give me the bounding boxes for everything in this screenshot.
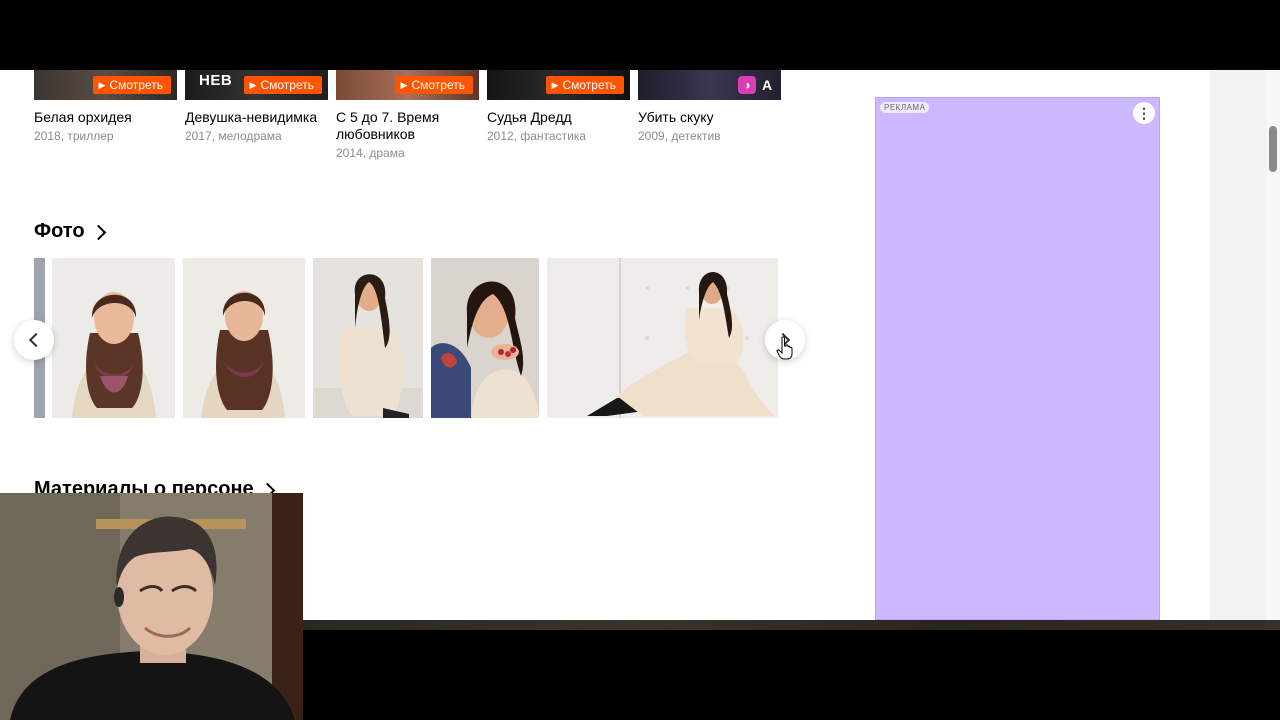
webcam-image <box>0 493 303 720</box>
film-title[interactable]: Убить скуку <box>638 109 781 126</box>
film-title[interactable]: С 5 до 7. Время любовников <box>336 109 479 143</box>
film-poster[interactable]: НЕВ ▶ Смотреть <box>185 70 328 100</box>
watch-button[interactable]: ▶ Смотреть <box>545 76 624 94</box>
film-card[interactable]: НЕВ ▶ Смотреть Девушка-невидимка 2017, м… <box>185 70 328 144</box>
film-card[interactable]: ▶ Смотреть С 5 до 7. Время любовников 20… <box>336 70 479 161</box>
film-meta: 2014, драма <box>336 146 405 160</box>
carousel-prev-button[interactable] <box>14 320 54 360</box>
film-badges: ◑ A <box>738 76 775 94</box>
play-icon: ▶ <box>400 80 408 90</box>
film-meta: 2009, детектив <box>638 129 721 143</box>
background-strip <box>300 620 1280 630</box>
ad-banner[interactable]: РЕКЛАМА ⋮ <box>875 97 1160 620</box>
poster-text: НЕВ <box>199 72 233 89</box>
play-icon: ▶ <box>98 80 106 90</box>
top-black-bar <box>0 0 1280 70</box>
photo-thumbnail[interactable] <box>431 258 539 418</box>
photo-thumbnail[interactable] <box>547 258 778 418</box>
watch-label: Смотреть <box>260 78 314 92</box>
photo-thumbnail[interactable] <box>183 258 305 418</box>
film-card[interactable]: ▶ Смотреть Судья Дредд 2012, фантастика <box>487 70 630 144</box>
film-meta: 2017, мелодрама <box>185 129 282 143</box>
film-title[interactable]: Белая орхидея <box>34 109 177 126</box>
watch-button[interactable]: ▶ Смотреть <box>394 76 473 94</box>
more-vertical-icon[interactable]: ⋮ <box>1133 102 1155 124</box>
film-poster[interactable]: ▶ Смотреть <box>34 70 177 100</box>
photos-section-title[interactable]: Фото <box>34 220 106 243</box>
film-title[interactable]: Девушка-невидимка <box>185 109 328 126</box>
film-meta: 2012, фантастика <box>487 129 586 143</box>
film-card[interactable]: ◑ A Убить скуку 2009, детектив <box>638 70 781 144</box>
photo-thumbnail[interactable] <box>52 258 175 418</box>
chevron-left-icon <box>28 332 44 348</box>
scrollbar-thumb[interactable] <box>1269 126 1277 172</box>
chevron-right-icon <box>90 224 106 240</box>
photos-carousel <box>34 258 779 418</box>
film-card[interactable]: ▶ Смотреть Белая орхидея 2018, триллер <box>34 70 177 144</box>
film-poster[interactable]: ▶ Смотреть <box>336 70 479 100</box>
hand-cursor-icon <box>776 336 793 360</box>
play-icon: ▶ <box>551 80 559 90</box>
watch-button[interactable]: ▶ Смотреть <box>243 76 322 94</box>
watch-label: Смотреть <box>562 78 616 92</box>
plus-badge-icon: ◑ <box>738 76 756 94</box>
watch-label: Смотреть <box>109 78 163 92</box>
play-icon: ▶ <box>249 80 257 90</box>
webcam-overlay <box>0 493 303 720</box>
age-badge: A <box>761 77 773 93</box>
watch-button[interactable]: ▶ Смотреть <box>92 76 171 94</box>
film-poster[interactable]: ▶ Смотреть <box>487 70 630 100</box>
watch-label: Смотреть <box>411 78 465 92</box>
film-title[interactable]: Судья Дредд <box>487 109 630 126</box>
ad-label: РЕКЛАМА <box>880 102 930 113</box>
film-meta: 2018, триллер <box>34 129 114 143</box>
film-poster[interactable]: ◑ A <box>638 70 781 100</box>
photos-title-text: Фото <box>34 220 85 242</box>
photo-thumbnail[interactable] <box>313 258 423 418</box>
